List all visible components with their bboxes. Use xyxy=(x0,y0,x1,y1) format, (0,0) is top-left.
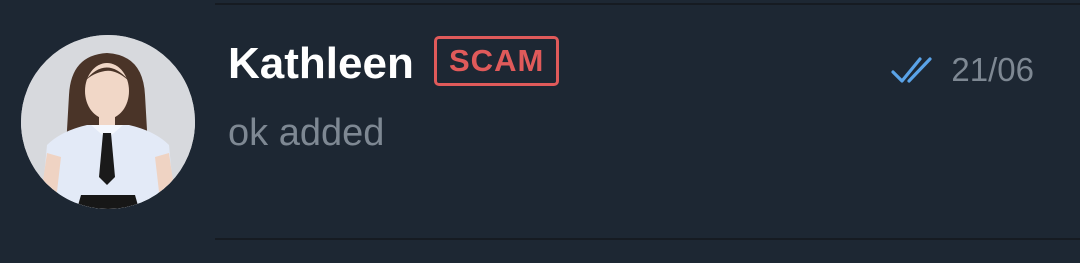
scam-badge: SCAM xyxy=(434,36,560,86)
message-date: 21/06 xyxy=(951,51,1034,88)
divider-top xyxy=(215,3,1080,5)
avatar xyxy=(21,35,195,209)
double-check-icon xyxy=(891,57,933,83)
divider-bottom xyxy=(215,238,1080,240)
message-status: 21/06 xyxy=(891,48,1034,92)
chat-list-item[interactable]: Kathleen SCAM 21/06 ok added xyxy=(0,0,1080,263)
last-message-preview: ok added xyxy=(228,112,385,154)
chat-name: Kathleen xyxy=(228,39,414,88)
user-avatar xyxy=(21,35,195,209)
